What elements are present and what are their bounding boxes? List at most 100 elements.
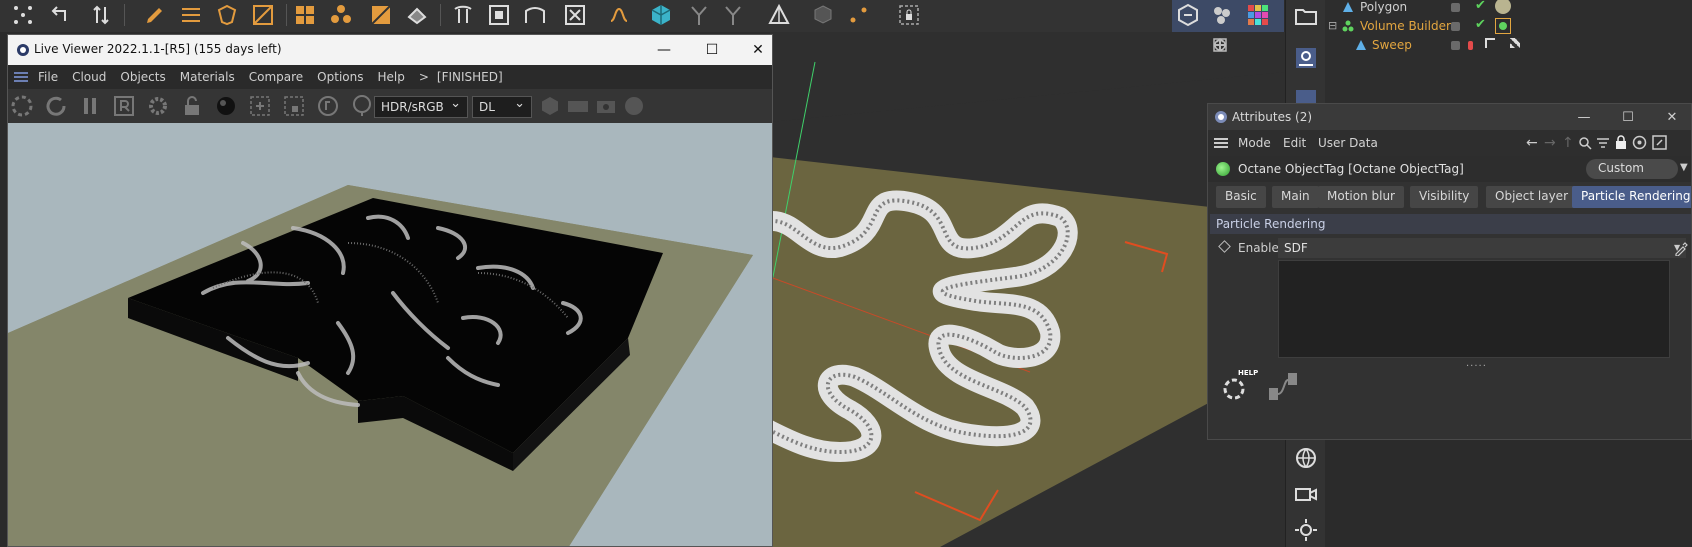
hamburger-menu-icon[interactable] [1214,137,1228,149]
palette-grid-icon[interactable] [1245,2,1271,28]
branch-icon[interactable] [686,2,712,28]
new-window-icon[interactable] [1652,135,1667,150]
tab-main[interactable]: Main [1272,186,1319,208]
keyframe-diamond-icon[interactable] [1218,240,1231,253]
add-region-icon[interactable] [248,94,272,118]
deformer-icon[interactable] [368,2,394,28]
forward-arrow-icon[interactable]: → [1544,135,1556,151]
octane-logo-icon[interactable] [10,94,34,118]
film-icon[interactable] [566,94,590,118]
tab-visibility[interactable]: Visibility [1410,186,1479,208]
bridge-icon[interactable] [522,2,548,28]
search-icon[interactable] [1578,136,1592,150]
resize-grip[interactable]: ..... [1466,358,1487,369]
minimize-button[interactable]: — [1564,106,1604,128]
octane-tag-icon[interactable] [1495,18,1511,34]
enabled-check-icon[interactable]: ✔ [1475,0,1486,13]
triangulate-icon[interactable] [766,2,792,28]
move-icon[interactable] [1214,38,1245,52]
octane-cube-icon[interactable] [648,2,674,28]
fluid-icon[interactable] [1209,2,1235,28]
record-icon[interactable] [622,94,646,118]
render-preview[interactable] [8,123,772,546]
globe-icon[interactable] [1292,444,1320,472]
menu-options[interactable]: Options [317,70,363,84]
menu-mode[interactable]: Mode [1238,136,1271,150]
hexagon-icon[interactable] [538,94,562,118]
focus-pick-icon[interactable] [316,94,340,118]
tab-particle-rendering[interactable]: Particle Rendering [1572,186,1691,208]
object-row-volume-builder[interactable]: ⊟ Volume Builder ✔ [1325,17,1692,37]
edge-tool-icon[interactable] [250,2,276,28]
menu-objects[interactable]: Objects [120,70,165,84]
snapshot-icon[interactable] [594,94,618,118]
minimize-button[interactable]: — [644,38,684,62]
menu-compare[interactable]: Compare [249,70,303,84]
tab-motion-blur[interactable]: Motion blur [1318,186,1404,208]
attributes-window[interactable]: Attributes (2) — ☐ ✕ Mode Edit User Data… [1207,103,1692,440]
section-header[interactable]: Particle Rendering [1210,214,1691,234]
render-off-dot[interactable] [1468,41,1473,50]
back-arrow-icon[interactable]: ← [1526,135,1538,151]
hamburger-menu-icon[interactable] [14,71,28,83]
branch-alt-icon[interactable] [720,2,746,28]
maximize-view-icon[interactable] [1213,38,1281,52]
maximize-button[interactable]: ☐ [1608,106,1648,128]
tree-toggle-icon[interactable]: ⊟ [1328,19,1337,32]
object-row-polygon[interactable]: Polygon ✔ [1325,0,1692,18]
enable-select[interactable]: SDF [1278,238,1686,258]
particles-icon[interactable] [846,2,872,28]
tab-basic[interactable]: Basic [1216,186,1266,208]
spline-path-icon[interactable] [606,2,632,28]
live-viewer-titlebar[interactable]: Live Viewer 2022.1.1-[R5] (155 days left… [8,35,772,65]
settings-gear-icon[interactable] [146,94,170,118]
menu-help[interactable]: Help [377,70,404,84]
node-editor-icon[interactable] [1266,370,1302,404]
knife-tool-icon[interactable] [450,2,476,28]
visibility-dot[interactable] [1451,22,1460,31]
lock-selection-icon[interactable] [896,2,922,28]
material-pick-icon[interactable] [350,94,374,118]
rotate-icon[interactable] [1214,38,1263,52]
material-tag-icon[interactable] [1495,0,1511,14]
menu-materials[interactable]: Materials [180,70,235,84]
inset-icon[interactable] [486,2,512,28]
layout-select[interactable]: Custom [1586,159,1678,179]
tonemap-select[interactable]: HDR/sRGB [374,96,468,118]
camera-icon[interactable] [1292,480,1320,508]
maximize-button[interactable]: ☐ [692,38,732,62]
menu-cloud[interactable]: Cloud [72,70,106,84]
floor-object-icon[interactable] [404,2,430,28]
restart-render-icon[interactable] [44,94,68,118]
octane-help-icon[interactable]: HELP [1218,369,1258,405]
layer-icon[interactable] [1485,38,1495,48]
eyedropper-icon[interactable] [1674,242,1688,257]
checker-icon[interactable] [1510,38,1520,48]
pause-icon[interactable] [78,94,102,118]
octane-logo-icon[interactable] [1175,2,1201,28]
sdf-options-area[interactable] [1278,260,1670,358]
camera-view-icon[interactable] [1292,44,1320,72]
pen-tool-icon[interactable] [142,2,168,28]
menu-edit[interactable]: Edit [1283,136,1306,150]
live-viewer-window[interactable]: Live Viewer 2022.1.1-[R5] (155 days left… [7,34,773,547]
menu-file[interactable]: File [38,70,58,84]
clay-mode-icon[interactable] [282,94,306,118]
move-axis-icon[interactable] [88,2,114,28]
sphere-preview-icon[interactable] [214,94,238,118]
grid-array-icon[interactable] [292,2,318,28]
menu-user-data[interactable]: User Data [1318,136,1378,150]
visibility-dot[interactable] [1451,41,1460,50]
lock-icon[interactable] [180,94,204,118]
visibility-dot[interactable] [1451,3,1460,12]
shield-object-icon[interactable] [214,2,240,28]
region-render-icon[interactable] [112,94,136,118]
dissolve-icon[interactable] [562,2,588,28]
chevron-down-icon[interactable]: ▼ [1680,162,1688,173]
lock-icon[interactable] [1614,135,1628,149]
kernel-select[interactable]: DL [472,96,532,118]
filter-icon[interactable] [1596,136,1610,150]
attributes-titlebar[interactable]: Attributes (2) — ☐ ✕ [1208,104,1691,130]
points-mode-icon[interactable] [10,2,36,28]
cloner-icon[interactable] [328,2,354,28]
